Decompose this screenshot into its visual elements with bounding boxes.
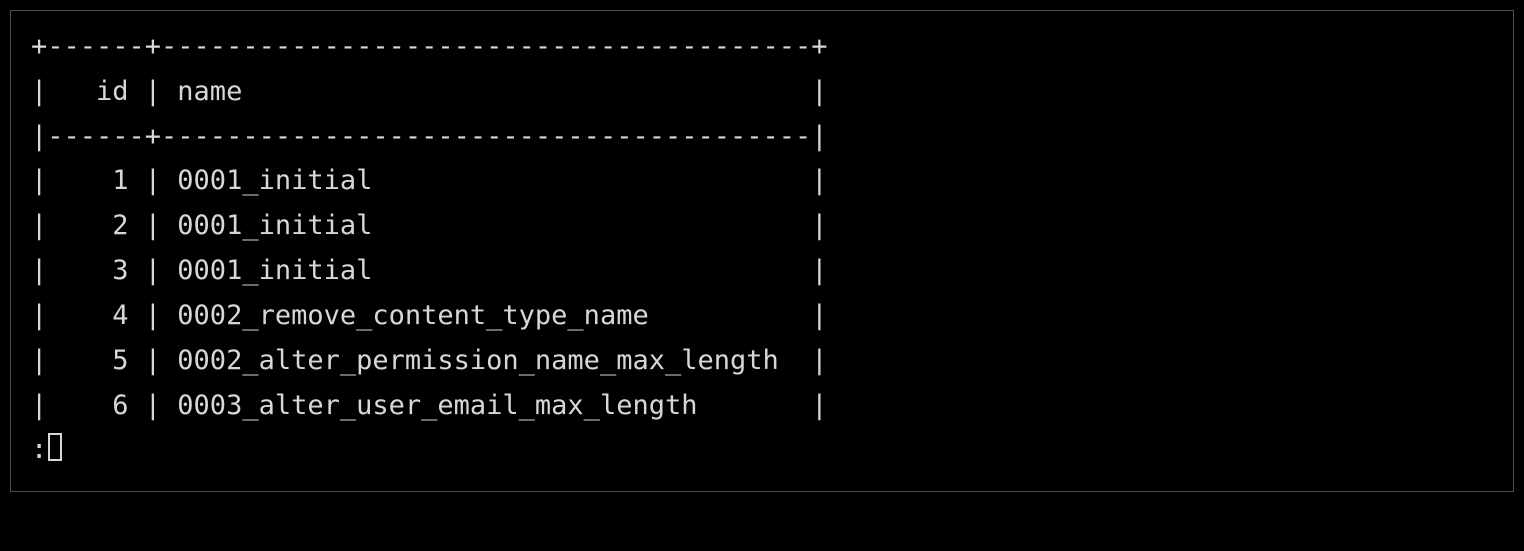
pager-prompt-line[interactable]: : bbox=[31, 428, 1493, 473]
pager-prompt-char: : bbox=[31, 434, 47, 465]
sql-table-output: +------+--------------------------------… bbox=[31, 25, 1493, 428]
cursor-icon bbox=[48, 433, 62, 461]
terminal-output-box: +------+--------------------------------… bbox=[10, 10, 1514, 492]
